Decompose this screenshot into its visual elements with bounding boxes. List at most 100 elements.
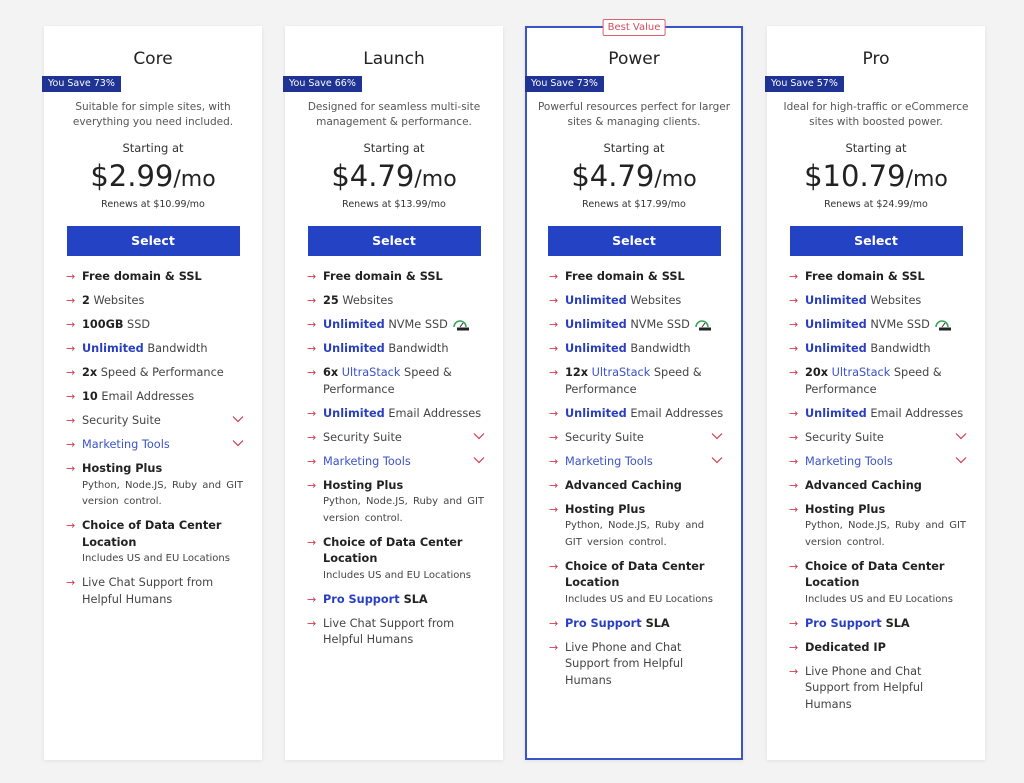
feature-list: → Free domain & SSL → 2 Websites → 100GB SS… [66, 269, 246, 608]
starting-at-label: Starting at [122, 141, 184, 155]
feature-speed: → 2x Speed & Performance [66, 365, 246, 382]
feature-advanced-caching: → Advanced Caching [789, 478, 969, 495]
arrow-right-icon: → [307, 294, 317, 307]
feature-pro-support: → Pro Support SLA [789, 616, 969, 633]
chevron-down-icon[interactable] [473, 431, 485, 441]
feature-bandwidth: → Unlimited Bandwidth [66, 341, 246, 358]
feature-data-center: → Choice of Data Center Location Includes … [549, 559, 713, 605]
arrow-right-icon: → [549, 616, 559, 630]
arrow-right-icon: → [307, 366, 317, 379]
feature-bandwidth: → Unlimited Bandwidth [307, 341, 487, 358]
feature-marketing-tools[interactable]: → Marketing Tools [789, 454, 969, 471]
arrow-right-icon: → [307, 454, 317, 468]
feature-dedicated-ip: → Dedicated IP [789, 640, 969, 657]
starting-at-label: Starting at [845, 141, 907, 155]
feature-security-suite[interactable]: → Security Suite [549, 430, 725, 447]
plan-card-launch: Launch You Save 66% Designed for seamles… [283, 26, 503, 760]
arrow-right-icon: → [549, 270, 559, 283]
arrow-right-icon: → [789, 270, 799, 283]
renewal-price: Renews at $10.99/mo [101, 199, 205, 210]
ultrastack-link[interactable]: UltraStack [592, 366, 651, 379]
feature-security-suite[interactable]: → Security Suite [66, 413, 246, 430]
chevron-down-icon[interactable] [955, 455, 967, 465]
feature-bandwidth: → Unlimited Bandwidth [789, 341, 969, 358]
arrow-right-icon: → [789, 318, 799, 331]
price-amount: $10.79 [804, 159, 906, 193]
feature-email: → Unlimited Email Addresses [307, 406, 487, 423]
plan-card-core: Core You Save 73% Suitable for simple si… [42, 26, 262, 760]
price-period: /mo [905, 167, 948, 192]
plan-card-pro: Pro You Save 57% Ideal for high-traffic … [765, 26, 985, 760]
arrow-right-icon: → [789, 640, 799, 654]
save-badge: You Save 73% [42, 76, 121, 92]
feature-websites: → 2 Websites [66, 293, 246, 310]
plan-price: $10.79/mo [767, 159, 985, 198]
arrow-right-icon: → [307, 270, 317, 283]
feature-security-suite[interactable]: → Security Suite [307, 430, 487, 447]
select-button[interactable]: Select [307, 226, 481, 256]
feature-hosting-plus: → Hosting Plus Python, Node.JS, Ruby and G… [789, 502, 967, 548]
feature-advanced-caching: → Advanced Caching [549, 478, 725, 495]
arrow-right-icon: → [789, 430, 799, 444]
chevron-down-icon[interactable] [711, 431, 723, 441]
arrow-right-icon: → [549, 430, 559, 444]
arrow-right-icon: → [66, 462, 76, 475]
arrow-right-icon: → [307, 535, 317, 549]
chevron-down-icon[interactable] [232, 438, 244, 448]
feature-speed: → 20x UltraStack Speed & Performance [789, 366, 942, 396]
select-button[interactable]: Select [66, 226, 240, 256]
feature-hosting-plus: → Hosting Plus Python, Node.JS, Ruby and G… [307, 478, 485, 524]
feature-marketing-tools[interactable]: → Marketing Tools [66, 437, 246, 454]
ultrastack-link[interactable]: UltraStack [832, 366, 891, 379]
price-period: /mo [173, 167, 216, 192]
arrow-right-icon: → [789, 478, 799, 492]
arrow-right-icon: → [66, 438, 76, 451]
starting-at-label: Starting at [363, 141, 425, 155]
feature-marketing-tools[interactable]: → Marketing Tools [549, 454, 725, 471]
price-period: /mo [414, 167, 457, 192]
chevron-down-icon[interactable] [711, 455, 723, 465]
renewal-price: Renews at $13.99/mo [342, 199, 446, 210]
feature-list: → Free domain & SSL → Unlimited Websites →… [789, 269, 969, 713]
feature-data-center: → Choice of Data Center Location Includes … [66, 519, 230, 564]
arrow-right-icon: → [789, 342, 799, 355]
best-value-badge: Best Value [602, 19, 666, 36]
arrow-right-icon: → [66, 414, 76, 427]
feature-support: → Live Chat Support from Helpful Humans [307, 616, 455, 647]
feature-bandwidth: → Unlimited Bandwidth [549, 341, 725, 358]
feature-security-suite[interactable]: → Security Suite [789, 430, 969, 447]
arrow-right-icon: → [549, 559, 559, 573]
chevron-down-icon[interactable] [955, 431, 967, 441]
price-amount: $4.79 [331, 159, 415, 193]
feature-email: → 10 Email Addresses [66, 389, 246, 406]
arrow-right-icon: → [66, 366, 76, 379]
plan-price: $4.79/mo [527, 159, 741, 198]
feature-email: → Unlimited Email Addresses [789, 406, 969, 423]
arrow-right-icon: → [549, 294, 559, 307]
ultrastack-link[interactable]: UltraStack [342, 366, 401, 379]
arrow-right-icon: → [789, 502, 799, 516]
select-button[interactable]: Select [789, 226, 963, 256]
arrow-right-icon: → [307, 478, 317, 492]
arrow-right-icon: → [789, 616, 799, 630]
feature-email: → Unlimited Email Addresses [549, 406, 725, 423]
chevron-down-icon[interactable] [473, 455, 485, 465]
chevron-down-icon[interactable] [232, 414, 244, 424]
feature-support: → Live Phone and Chat Support from Helpfu… [789, 664, 924, 711]
feature-pro-support: → Pro Support SLA [549, 616, 725, 633]
plan-name: Launch [363, 49, 425, 69]
feature-speed: → 12x UltraStack Speed & Performance [549, 366, 702, 396]
arrow-right-icon: → [789, 294, 799, 307]
select-button[interactable]: Select [547, 226, 721, 256]
feature-free-domain: → Free domain & SSL [789, 269, 969, 286]
price-period: /mo [654, 167, 697, 192]
feature-free-domain: → Free domain & SSL [307, 269, 487, 286]
feature-websites: → Unlimited Websites [789, 293, 969, 310]
feature-free-domain: → Free domain & SSL [549, 269, 725, 286]
speed-gauge-icon [453, 320, 469, 331]
renewal-price: Renews at $24.99/mo [824, 199, 928, 210]
arrow-right-icon: → [66, 342, 76, 355]
arrow-right-icon: → [66, 519, 76, 532]
feature-marketing-tools[interactable]: → Marketing Tools [307, 454, 487, 471]
feature-storage: → Unlimited NVMe SSD [307, 317, 487, 334]
